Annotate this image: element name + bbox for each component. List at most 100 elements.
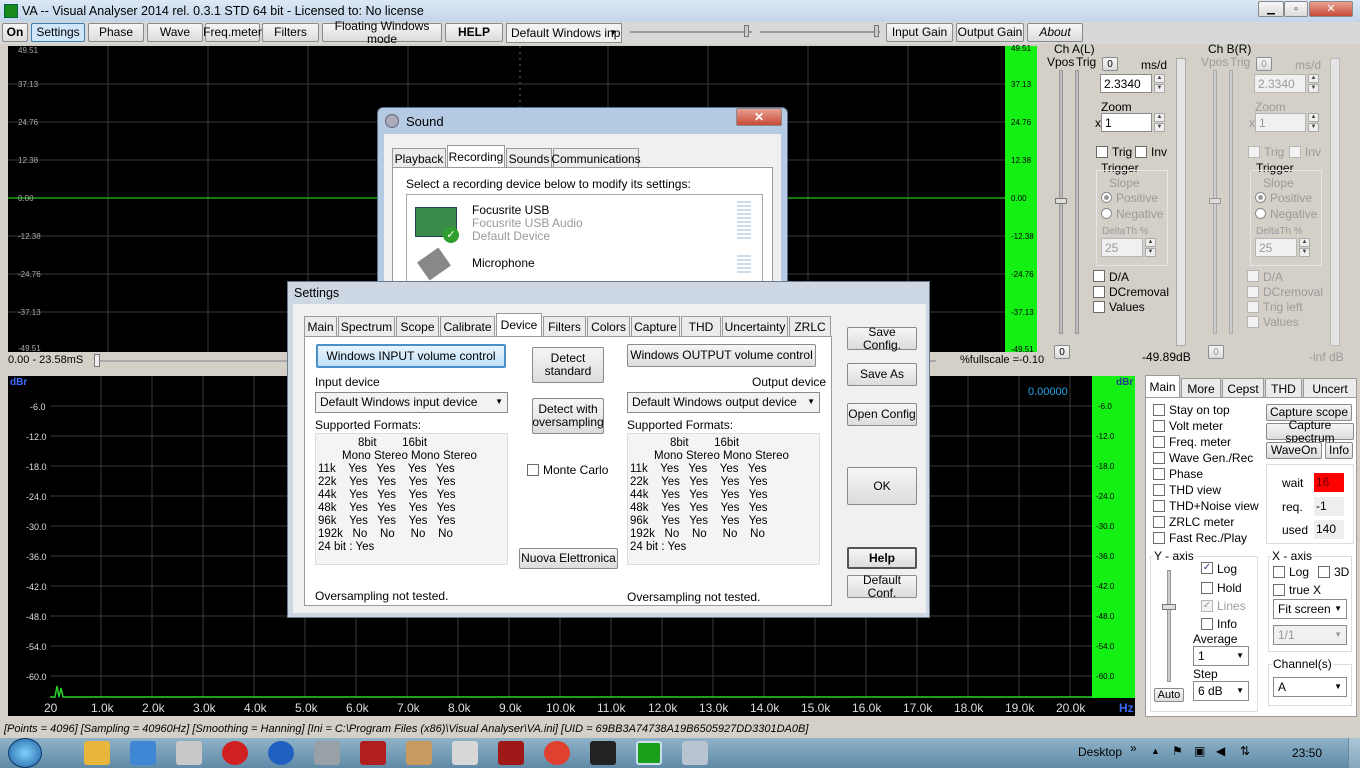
freq-meter-checkbox[interactable] bbox=[1153, 436, 1165, 448]
settings-tab-device[interactable]: Device bbox=[496, 313, 542, 336]
save-config-button[interactable]: Save Config. bbox=[847, 325, 917, 351]
ok-button[interactable]: OK bbox=[847, 467, 917, 505]
app-icon-blue[interactable] bbox=[268, 741, 294, 765]
thd-noise-checkbox[interactable] bbox=[1153, 500, 1165, 512]
chb-delta-input[interactable]: 25 bbox=[1255, 238, 1297, 257]
windows-input-volume-button[interactable]: Windows INPUT volume control bbox=[316, 344, 506, 368]
visual-analyser-task-icon[interactable] bbox=[636, 741, 662, 765]
app-icon-red[interactable] bbox=[498, 741, 524, 765]
opera-icon[interactable] bbox=[222, 741, 248, 765]
cha-negative-radio[interactable] bbox=[1101, 208, 1112, 219]
settings-tab-capture[interactable]: Capture bbox=[631, 316, 680, 336]
chb-bottom-zero[interactable]: 0 bbox=[1208, 345, 1224, 359]
app-icon-doc[interactable] bbox=[452, 741, 478, 765]
thd-view-checkbox[interactable] bbox=[1153, 484, 1165, 496]
chb-zero-button[interactable]: 0 bbox=[1256, 57, 1272, 71]
auto-button[interactable]: Auto bbox=[1154, 688, 1184, 702]
cha-zoom-down[interactable]: ▼ bbox=[1154, 123, 1165, 132]
settings-tab-uncertainty[interactable]: Uncertainty bbox=[722, 316, 788, 336]
output-device-select[interactable]: Default Windows output device bbox=[627, 392, 820, 413]
output-gain-button[interactable]: Output Gain bbox=[956, 23, 1024, 42]
floating-windows-button[interactable]: Floating Windows mode bbox=[322, 19, 442, 45]
chrome-icon[interactable] bbox=[544, 741, 570, 765]
explorer-icon[interactable] bbox=[84, 741, 110, 765]
fit-select[interactable]: Fit screen bbox=[1273, 599, 1347, 619]
settings-tab-thd[interactable]: THD bbox=[681, 316, 721, 336]
chb-trig-slider[interactable] bbox=[1229, 70, 1233, 334]
tab-main[interactable]: Main bbox=[1145, 375, 1180, 398]
cha-delta-input[interactable]: 25 bbox=[1101, 238, 1143, 257]
sound-tab-playback[interactable]: Playback bbox=[392, 148, 446, 168]
windows-output-volume-button[interactable]: Windows OUTPUT volume control bbox=[627, 344, 816, 367]
pdf-icon[interactable] bbox=[360, 741, 386, 765]
chb-ms-input[interactable]: 2.3340 bbox=[1254, 74, 1306, 93]
waveon-button[interactable]: WaveOn bbox=[1266, 442, 1322, 459]
chb-vpos-thumb[interactable] bbox=[1209, 198, 1221, 204]
step-select[interactable]: 6 dB bbox=[1193, 681, 1249, 701]
chb-zoom-up[interactable]: ▲ bbox=[1308, 113, 1319, 122]
settings-tab-calibrate[interactable]: Calibrate bbox=[440, 316, 495, 336]
chb-trig-checkbox[interactable] bbox=[1248, 146, 1260, 158]
info-button[interactable]: Info bbox=[1325, 442, 1353, 459]
cha-trig-checkbox[interactable] bbox=[1096, 146, 1108, 158]
settings-tab-filters[interactable]: Filters bbox=[543, 316, 586, 336]
ie-icon[interactable] bbox=[130, 741, 156, 765]
cha-zoom-input[interactable]: 1 bbox=[1101, 113, 1152, 132]
nuova-elettronica-button[interactable]: Nuova Elettronica bbox=[519, 548, 618, 569]
average-select[interactable]: 1 bbox=[1193, 646, 1249, 666]
chb-positive-radio[interactable] bbox=[1255, 192, 1266, 203]
network-icon[interactable]: ▣ bbox=[1194, 744, 1205, 758]
yinfo-checkbox[interactable] bbox=[1201, 618, 1213, 630]
chb-dcremoval-checkbox[interactable] bbox=[1247, 286, 1259, 298]
chb-values-checkbox[interactable] bbox=[1247, 316, 1259, 328]
chb-negative-radio[interactable] bbox=[1255, 208, 1266, 219]
settings-tab-colors[interactable]: Colors bbox=[587, 316, 630, 336]
cha-values-checkbox[interactable] bbox=[1093, 301, 1105, 313]
settings-help-button[interactable]: Help bbox=[847, 547, 917, 569]
cha-trig-slider[interactable] bbox=[1075, 70, 1079, 334]
cha-dcremoval-checkbox[interactable] bbox=[1093, 286, 1105, 298]
app-icon-gray[interactable] bbox=[314, 741, 340, 765]
ratio-select[interactable]: 1/1 bbox=[1273, 625, 1347, 645]
chb-trigleft-checkbox[interactable] bbox=[1247, 301, 1259, 313]
cha-positive-radio[interactable] bbox=[1101, 192, 1112, 203]
settings-tab-scope[interactable]: Scope bbox=[396, 316, 439, 336]
cha-ms-input[interactable]: 2.3340 bbox=[1100, 74, 1152, 93]
calculator-icon[interactable] bbox=[176, 741, 202, 765]
cha-ms-down[interactable]: ▼ bbox=[1154, 84, 1165, 93]
cha-da-checkbox[interactable] bbox=[1093, 270, 1105, 282]
zrlc-meter-checkbox[interactable] bbox=[1153, 516, 1165, 528]
yaxis-slider-thumb[interactable] bbox=[1162, 604, 1176, 610]
capture-spectrum-button[interactable]: Capture spectrum bbox=[1266, 418, 1354, 444]
settings-tab-main[interactable]: Main bbox=[304, 316, 337, 336]
hold-checkbox[interactable] bbox=[1201, 582, 1213, 594]
sync-icon[interactable]: ⇅ bbox=[1240, 744, 1250, 758]
chb-inv-checkbox[interactable] bbox=[1289, 146, 1301, 158]
yaxis-slider[interactable] bbox=[1167, 570, 1171, 682]
output-gain-slider[interactable] bbox=[760, 31, 880, 33]
on-button[interactable]: On bbox=[2, 23, 28, 42]
terminal-icon[interactable] bbox=[590, 741, 616, 765]
xlog-checkbox[interactable] bbox=[1273, 566, 1285, 578]
detect-standard-button[interactable]: Detect standard bbox=[532, 347, 604, 383]
ylog-checkbox[interactable]: ✓ bbox=[1201, 562, 1213, 574]
freqmeter-button[interactable]: Freq.meter bbox=[203, 23, 262, 42]
input-gain-thumb[interactable] bbox=[744, 25, 749, 37]
stay-on-top-checkbox[interactable] bbox=[1153, 404, 1165, 416]
minimize-button[interactable]: ▁ bbox=[1258, 1, 1284, 17]
x3d-checkbox[interactable] bbox=[1318, 566, 1330, 578]
input-gain-button[interactable]: Input Gain bbox=[886, 23, 953, 42]
fast-rec-checkbox[interactable] bbox=[1153, 532, 1165, 544]
settings-button[interactable]: Settings bbox=[31, 23, 85, 42]
settings-tab-zrlc[interactable]: ZRLC bbox=[789, 316, 831, 336]
detect-oversampling-button[interactable]: Detect with oversampling bbox=[532, 398, 604, 434]
sound-tab-recording[interactable]: Recording bbox=[447, 145, 505, 168]
app-icon-tools[interactable] bbox=[406, 741, 432, 765]
tab-thd[interactable]: THD bbox=[1265, 378, 1302, 398]
about-button[interactable]: About bbox=[1027, 23, 1083, 42]
phase-checkbox[interactable] bbox=[1153, 468, 1165, 480]
help-button[interactable]: HELP bbox=[445, 23, 503, 42]
filters-button[interactable]: Filters bbox=[262, 23, 319, 42]
show-desktop-button[interactable] bbox=[1348, 738, 1360, 768]
input-device-select[interactable]: Default Windows input device bbox=[315, 392, 508, 413]
